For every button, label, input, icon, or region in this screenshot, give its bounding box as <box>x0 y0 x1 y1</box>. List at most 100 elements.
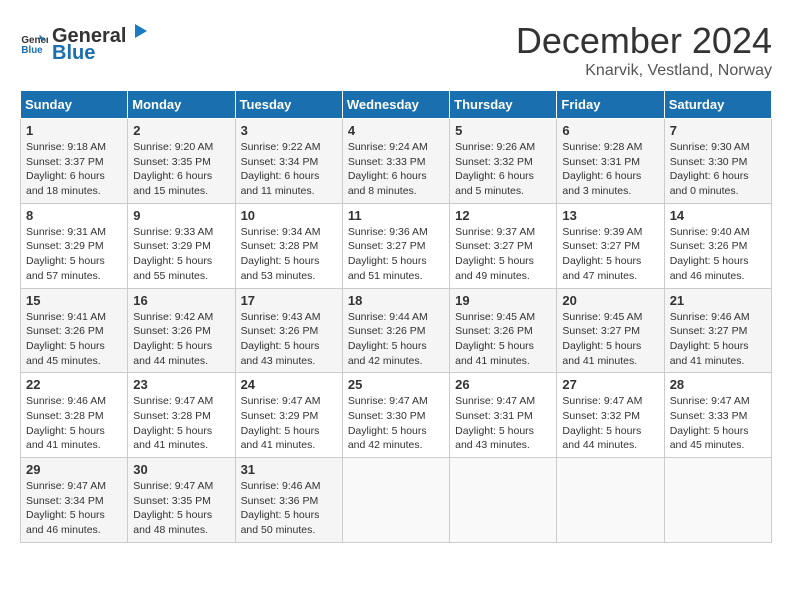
day-info: Sunrise: 9:46 AM Sunset: 3:28 PM Dayligh… <box>26 394 122 453</box>
day-info: Sunrise: 9:40 AM Sunset: 3:26 PM Dayligh… <box>670 225 766 284</box>
title-area: December 2024 Knarvik, Vestland, Norway <box>516 20 772 80</box>
day-info: Sunrise: 9:34 AM Sunset: 3:28 PM Dayligh… <box>241 225 337 284</box>
day-number: 19 <box>455 293 551 308</box>
calendar-day-cell <box>664 458 771 543</box>
day-number: 1 <box>26 123 122 138</box>
calendar-day-cell: 1 Sunrise: 9:18 AM Sunset: 3:37 PM Dayli… <box>21 119 128 204</box>
calendar-day-cell: 7 Sunrise: 9:30 AM Sunset: 3:30 PM Dayli… <box>664 119 771 204</box>
calendar-day-cell: 28 Sunrise: 9:47 AM Sunset: 3:33 PM Dayl… <box>664 373 771 458</box>
day-info: Sunrise: 9:30 AM Sunset: 3:30 PM Dayligh… <box>670 140 766 199</box>
weekday-header: Monday <box>128 91 235 119</box>
logo-icon: General Blue <box>20 29 48 57</box>
calendar-week-row: 15 Sunrise: 9:41 AM Sunset: 3:26 PM Dayl… <box>21 288 772 373</box>
day-info: Sunrise: 9:46 AM Sunset: 3:36 PM Dayligh… <box>241 479 337 538</box>
day-number: 15 <box>26 293 122 308</box>
day-number: 10 <box>241 208 337 223</box>
day-number: 23 <box>133 377 229 392</box>
day-info: Sunrise: 9:45 AM Sunset: 3:26 PM Dayligh… <box>455 310 551 369</box>
day-number: 24 <box>241 377 337 392</box>
calendar-day-cell: 19 Sunrise: 9:45 AM Sunset: 3:26 PM Dayl… <box>450 288 557 373</box>
calendar-day-cell: 21 Sunrise: 9:46 AM Sunset: 3:27 PM Dayl… <box>664 288 771 373</box>
day-info: Sunrise: 9:45 AM Sunset: 3:27 PM Dayligh… <box>562 310 658 369</box>
day-info: Sunrise: 9:20 AM Sunset: 3:35 PM Dayligh… <box>133 140 229 199</box>
day-number: 21 <box>670 293 766 308</box>
calendar-table: SundayMondayTuesdayWednesdayThursdayFrid… <box>20 90 772 543</box>
calendar-day-cell: 18 Sunrise: 9:44 AM Sunset: 3:26 PM Dayl… <box>342 288 449 373</box>
location-title: Knarvik, Vestland, Norway <box>516 62 772 80</box>
day-number: 9 <box>133 208 229 223</box>
calendar-day-cell: 24 Sunrise: 9:47 AM Sunset: 3:29 PM Dayl… <box>235 373 342 458</box>
day-info: Sunrise: 9:26 AM Sunset: 3:32 PM Dayligh… <box>455 140 551 199</box>
calendar-week-row: 29 Sunrise: 9:47 AM Sunset: 3:34 PM Dayl… <box>21 458 772 543</box>
day-number: 30 <box>133 462 229 477</box>
day-number: 12 <box>455 208 551 223</box>
calendar-day-cell: 5 Sunrise: 9:26 AM Sunset: 3:32 PM Dayli… <box>450 119 557 204</box>
calendar-day-cell: 10 Sunrise: 9:34 AM Sunset: 3:28 PM Dayl… <box>235 203 342 288</box>
day-number: 13 <box>562 208 658 223</box>
header: General Blue General Blue December 2024 … <box>20 20 772 80</box>
day-number: 2 <box>133 123 229 138</box>
day-info: Sunrise: 9:22 AM Sunset: 3:34 PM Dayligh… <box>241 140 337 199</box>
calendar-day-cell <box>342 458 449 543</box>
calendar-day-cell: 20 Sunrise: 9:45 AM Sunset: 3:27 PM Dayl… <box>557 288 664 373</box>
day-number: 16 <box>133 293 229 308</box>
day-number: 7 <box>670 123 766 138</box>
logo: General Blue General Blue <box>20 20 150 65</box>
day-number: 17 <box>241 293 337 308</box>
day-info: Sunrise: 9:47 AM Sunset: 3:28 PM Dayligh… <box>133 394 229 453</box>
month-title: December 2024 <box>516 20 772 62</box>
calendar-day-cell: 3 Sunrise: 9:22 AM Sunset: 3:34 PM Dayli… <box>235 119 342 204</box>
calendar-week-row: 1 Sunrise: 9:18 AM Sunset: 3:37 PM Dayli… <box>21 119 772 204</box>
day-info: Sunrise: 9:46 AM Sunset: 3:27 PM Dayligh… <box>670 310 766 369</box>
day-number: 31 <box>241 462 337 477</box>
day-number: 20 <box>562 293 658 308</box>
calendar-day-cell: 15 Sunrise: 9:41 AM Sunset: 3:26 PM Dayl… <box>21 288 128 373</box>
calendar-day-cell: 11 Sunrise: 9:36 AM Sunset: 3:27 PM Dayl… <box>342 203 449 288</box>
day-info: Sunrise: 9:47 AM Sunset: 3:30 PM Dayligh… <box>348 394 444 453</box>
day-number: 6 <box>562 123 658 138</box>
day-info: Sunrise: 9:28 AM Sunset: 3:31 PM Dayligh… <box>562 140 658 199</box>
day-info: Sunrise: 9:41 AM Sunset: 3:26 PM Dayligh… <box>26 310 122 369</box>
calendar-week-row: 8 Sunrise: 9:31 AM Sunset: 3:29 PM Dayli… <box>21 203 772 288</box>
weekday-header: Wednesday <box>342 91 449 119</box>
calendar-day-cell: 26 Sunrise: 9:47 AM Sunset: 3:31 PM Dayl… <box>450 373 557 458</box>
weekday-header: Tuesday <box>235 91 342 119</box>
day-number: 14 <box>670 208 766 223</box>
calendar-day-cell <box>450 458 557 543</box>
day-info: Sunrise: 9:47 AM Sunset: 3:31 PM Dayligh… <box>455 394 551 453</box>
day-number: 27 <box>562 377 658 392</box>
day-info: Sunrise: 9:42 AM Sunset: 3:26 PM Dayligh… <box>133 310 229 369</box>
day-number: 8 <box>26 208 122 223</box>
day-info: Sunrise: 9:47 AM Sunset: 3:33 PM Dayligh… <box>670 394 766 453</box>
calendar-day-cell <box>557 458 664 543</box>
day-info: Sunrise: 9:37 AM Sunset: 3:27 PM Dayligh… <box>455 225 551 284</box>
calendar-day-cell: 14 Sunrise: 9:40 AM Sunset: 3:26 PM Dayl… <box>664 203 771 288</box>
day-info: Sunrise: 9:39 AM Sunset: 3:27 PM Dayligh… <box>562 225 658 284</box>
day-info: Sunrise: 9:47 AM Sunset: 3:29 PM Dayligh… <box>241 394 337 453</box>
weekday-header: Saturday <box>664 91 771 119</box>
calendar-day-cell: 16 Sunrise: 9:42 AM Sunset: 3:26 PM Dayl… <box>128 288 235 373</box>
calendar-day-cell: 29 Sunrise: 9:47 AM Sunset: 3:34 PM Dayl… <box>21 458 128 543</box>
logo-arrow-icon <box>127 20 149 42</box>
calendar-day-cell: 23 Sunrise: 9:47 AM Sunset: 3:28 PM Dayl… <box>128 373 235 458</box>
day-info: Sunrise: 9:47 AM Sunset: 3:32 PM Dayligh… <box>562 394 658 453</box>
day-number: 28 <box>670 377 766 392</box>
calendar-day-cell: 31 Sunrise: 9:46 AM Sunset: 3:36 PM Dayl… <box>235 458 342 543</box>
day-info: Sunrise: 9:47 AM Sunset: 3:35 PM Dayligh… <box>133 479 229 538</box>
calendar-day-cell: 8 Sunrise: 9:31 AM Sunset: 3:29 PM Dayli… <box>21 203 128 288</box>
weekday-header: Thursday <box>450 91 557 119</box>
calendar-day-cell: 17 Sunrise: 9:43 AM Sunset: 3:26 PM Dayl… <box>235 288 342 373</box>
svg-text:Blue: Blue <box>21 44 43 55</box>
day-info: Sunrise: 9:36 AM Sunset: 3:27 PM Dayligh… <box>348 225 444 284</box>
calendar-day-cell: 13 Sunrise: 9:39 AM Sunset: 3:27 PM Dayl… <box>557 203 664 288</box>
day-number: 5 <box>455 123 551 138</box>
day-number: 26 <box>455 377 551 392</box>
day-number: 22 <box>26 377 122 392</box>
day-info: Sunrise: 9:47 AM Sunset: 3:34 PM Dayligh… <box>26 479 122 538</box>
weekday-header: Sunday <box>21 91 128 119</box>
calendar-day-cell: 2 Sunrise: 9:20 AM Sunset: 3:35 PM Dayli… <box>128 119 235 204</box>
weekday-header: Friday <box>557 91 664 119</box>
day-info: Sunrise: 9:44 AM Sunset: 3:26 PM Dayligh… <box>348 310 444 369</box>
day-info: Sunrise: 9:31 AM Sunset: 3:29 PM Dayligh… <box>26 225 122 284</box>
calendar-day-cell: 30 Sunrise: 9:47 AM Sunset: 3:35 PM Dayl… <box>128 458 235 543</box>
